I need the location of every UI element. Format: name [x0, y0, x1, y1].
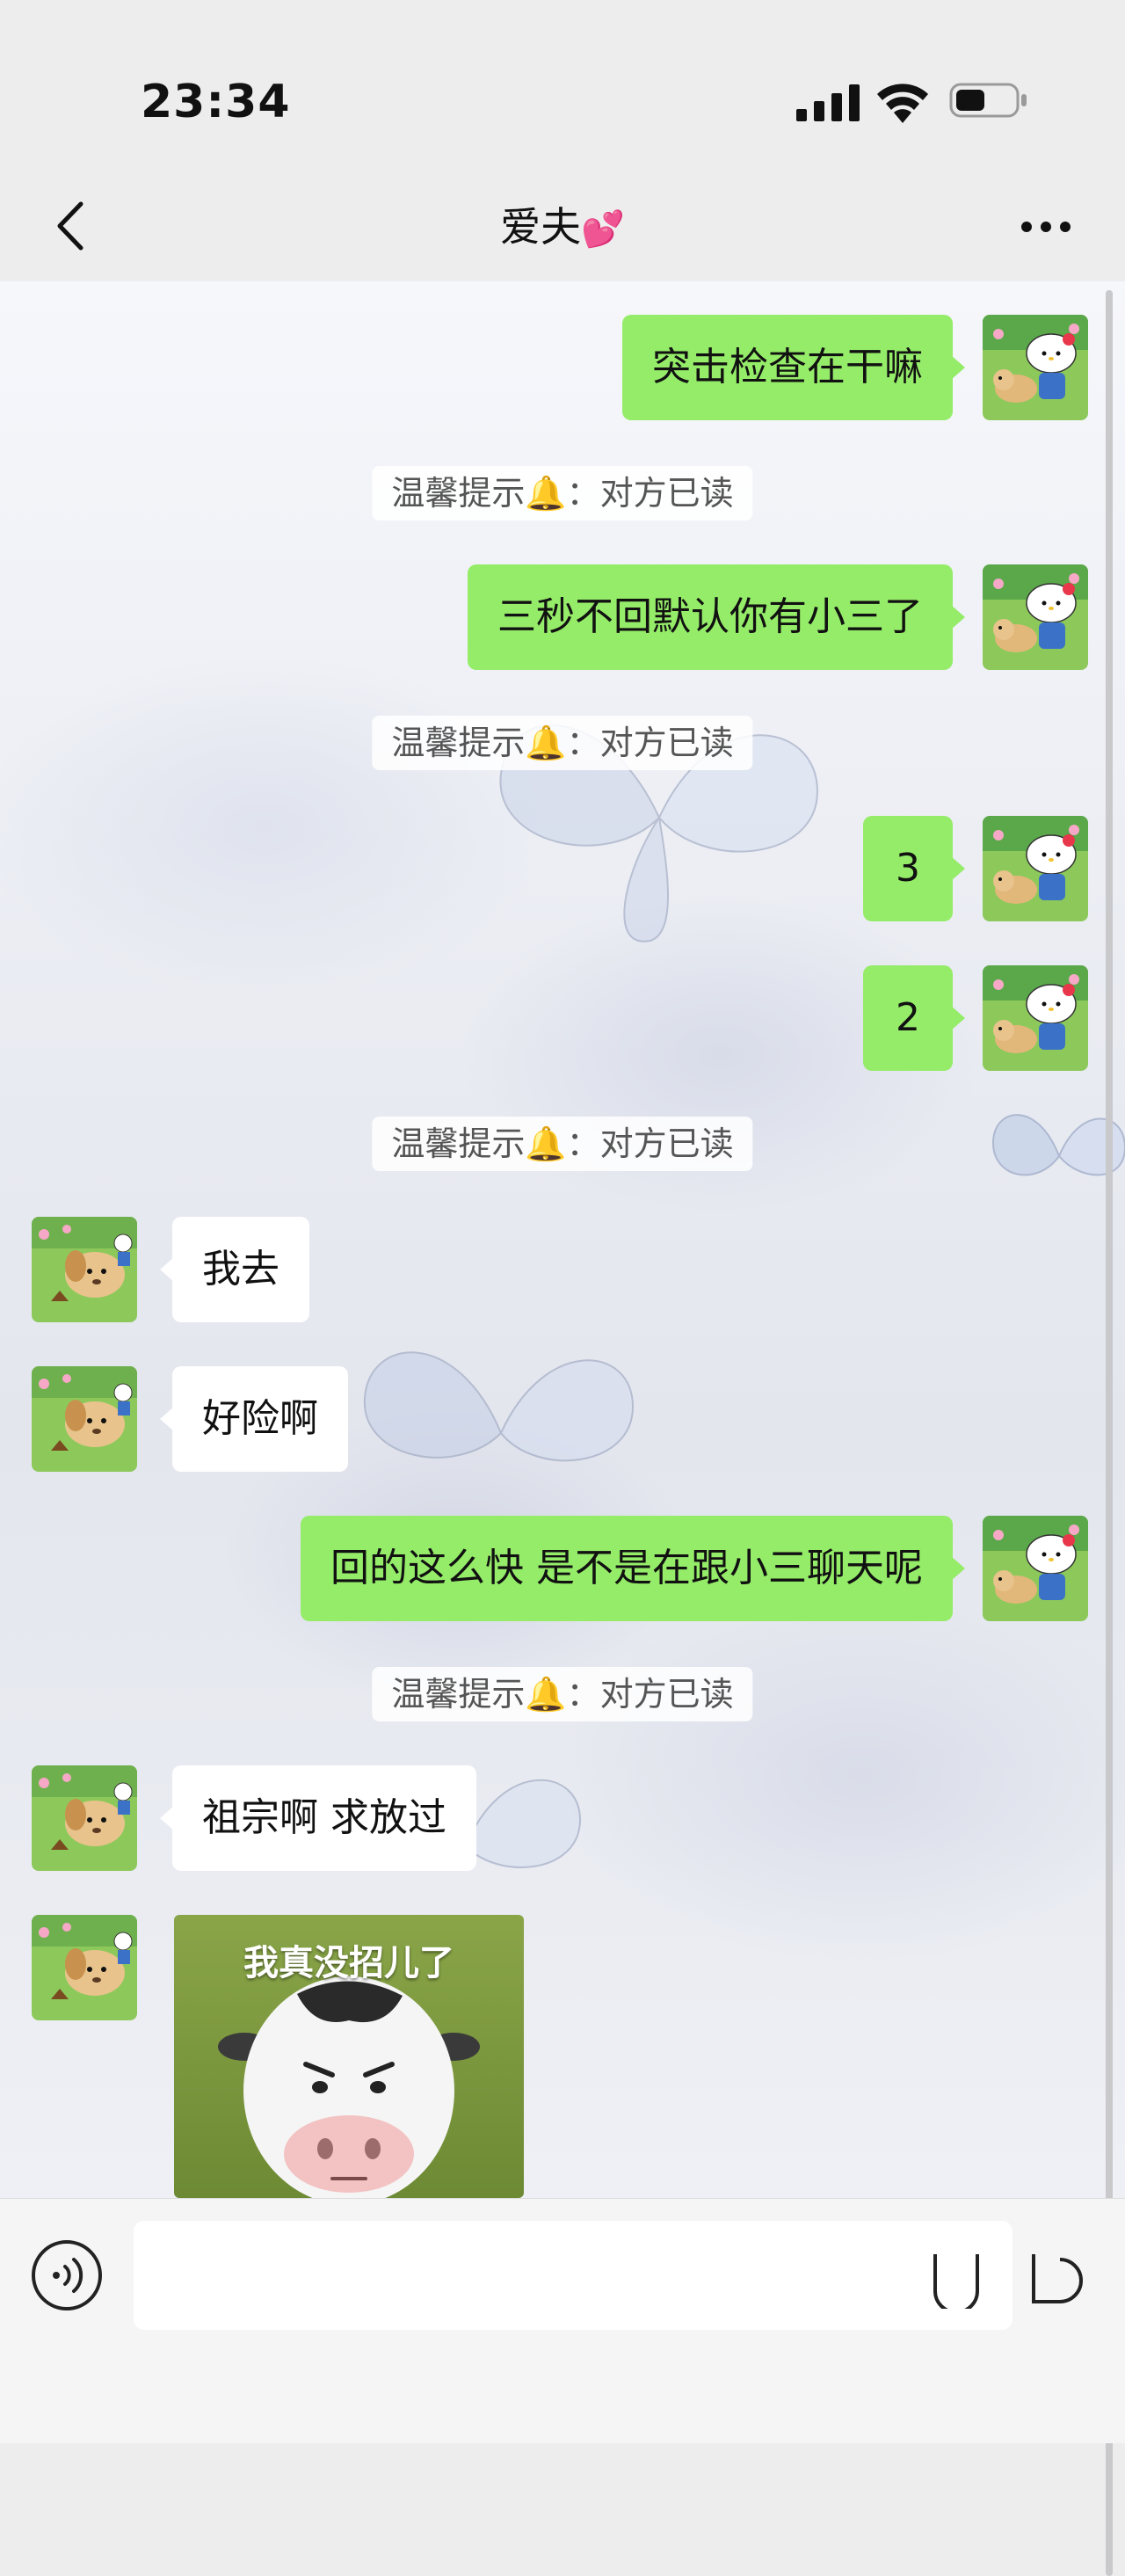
contact-avatar[interactable]	[32, 1765, 137, 1871]
contact-message-bubble[interactable]: 我去	[160, 1217, 309, 1322]
cellular-signal-icon	[796, 84, 860, 121]
hello-kitty-avatar-icon	[983, 564, 1088, 670]
contact-avatar[interactable]	[32, 1915, 137, 2020]
chat-title: 爱夫💕	[0, 195, 1125, 253]
contact-message-bubble[interactable]: 好险啊	[160, 1366, 348, 1472]
hello-kitty-avatar-icon	[983, 315, 1088, 420]
read-receipt-notice: 温馨提示🔔：对方已读	[372, 466, 753, 520]
sticker-image[interactable]: 我真没招儿了	[174, 1915, 524, 2198]
puppy-avatar-icon	[32, 1915, 137, 2020]
add-icon[interactable]	[1028, 2247, 1090, 2309]
status-bar: 23:34	[0, 0, 1125, 167]
read-receipt-notice: 温馨提示🔔：对方已读	[372, 1117, 753, 1171]
hello-kitty-avatar-icon	[983, 816, 1088, 921]
hello-kitty-avatar-icon	[983, 965, 1088, 1071]
my-message-bubble[interactable]: 突击检查在干嘛	[622, 315, 965, 420]
my-message-bubble[interactable]: 三秒不回默认你有小三了	[468, 564, 965, 670]
butterfly-decoration-icon	[991, 1114, 1125, 1176]
my-avatar[interactable]	[983, 1516, 1088, 1621]
contact-avatar[interactable]	[32, 1366, 137, 1472]
voice-icon[interactable]	[30, 2238, 104, 2312]
emoji-icon[interactable]	[930, 2247, 991, 2309]
my-message-bubble[interactable]: 2	[863, 965, 965, 1071]
my-avatar[interactable]	[983, 315, 1088, 420]
my-message-bubble[interactable]: 3	[863, 816, 965, 921]
puppy-avatar-icon	[32, 1765, 137, 1871]
puppy-avatar-icon	[32, 1217, 137, 1322]
my-avatar[interactable]	[983, 965, 1088, 1071]
heart-emoji: 💕	[581, 209, 625, 250]
chat-title-text: 爱夫	[500, 203, 582, 251]
battery-icon	[949, 83, 1027, 118]
more-dots-icon[interactable]	[1020, 220, 1072, 234]
my-avatar[interactable]	[983, 564, 1088, 670]
my-avatar[interactable]	[983, 816, 1088, 921]
puppy-avatar-icon	[32, 1366, 137, 1472]
hello-kitty-avatar-icon	[983, 1516, 1088, 1621]
sticker-caption: 我真没招儿了	[243, 1943, 454, 1983]
my-message-bubble[interactable]: 回的这么快 是不是在跟小三聊天呢	[301, 1516, 965, 1621]
read-receipt-notice: 温馨提示🔔：对方已读	[372, 716, 753, 770]
contact-message-bubble[interactable]: 祖宗啊 求放过	[160, 1765, 476, 1871]
contact-avatar[interactable]	[32, 1217, 137, 1322]
status-time: 23:34	[141, 76, 291, 128]
wifi-icon	[877, 84, 928, 123]
read-receipt-notice: 温馨提示🔔：对方已读	[372, 1667, 753, 1721]
message-input[interactable]	[134, 2221, 1012, 2330]
butterfly-decoration-icon	[499, 724, 819, 942]
